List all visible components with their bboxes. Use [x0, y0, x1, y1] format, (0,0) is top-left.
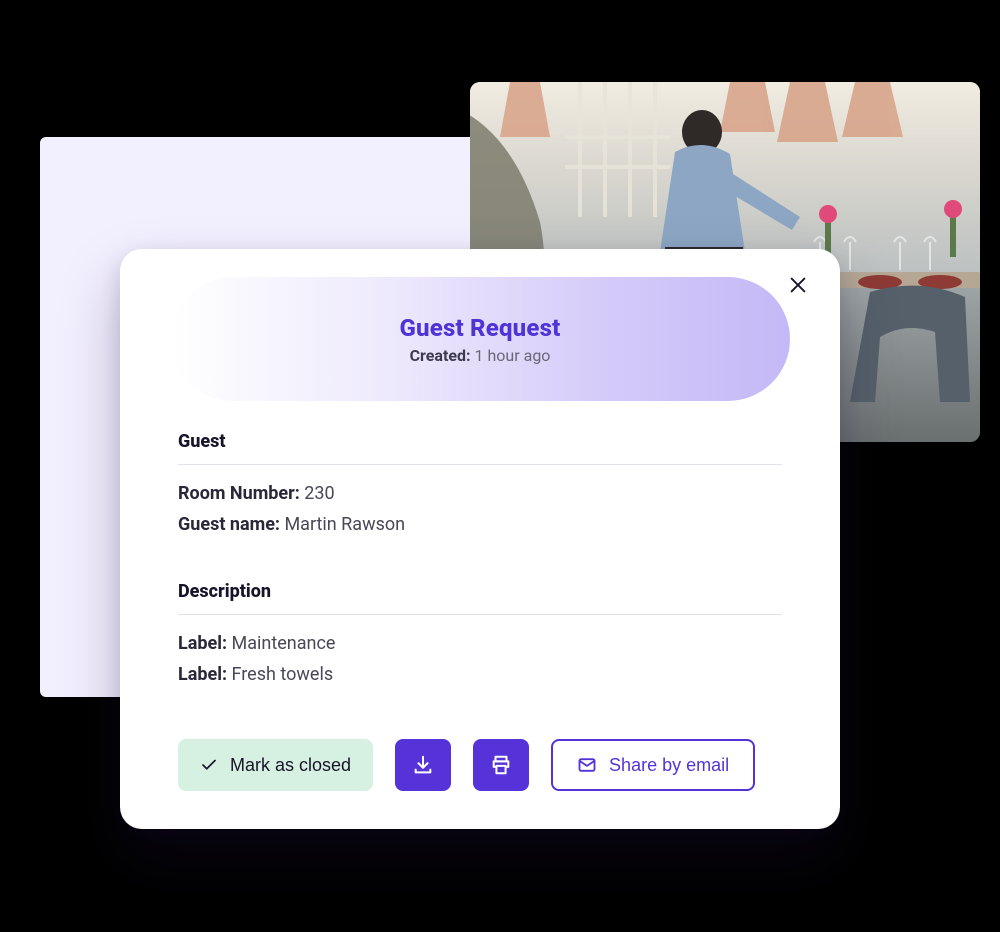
check-icon: [200, 756, 218, 774]
download-icon: [412, 754, 434, 776]
guest-name-row: Guest name: Martin Rawson: [178, 514, 782, 535]
dialog-subtitle: Created: 1 hour ago: [410, 346, 551, 365]
guest-section-title: Guest: [178, 431, 782, 465]
created-label: Created:: [410, 346, 471, 365]
mark-closed-button[interactable]: Mark as closed: [178, 739, 373, 791]
guest-section: Guest Room Number: 230 Guest name: Marti…: [178, 431, 782, 535]
share-email-label: Share by email: [609, 755, 729, 776]
print-icon: [490, 754, 512, 776]
dialog-body: Guest Room Number: 230 Guest name: Marti…: [154, 401, 806, 685]
created-value: 1 hour ago: [475, 346, 551, 365]
guest-request-card: Guest Request Created: 1 hour ago Guest …: [120, 249, 840, 829]
description-label: Label:: [178, 664, 227, 685]
room-number-value: 230: [304, 483, 334, 504]
description-section-title: Description: [178, 581, 782, 615]
dialog-title: Guest Request: [399, 314, 560, 342]
guest-name-value: Martin Rawson: [284, 514, 405, 535]
description-value: Maintenance: [232, 633, 336, 654]
close-icon: [787, 274, 809, 296]
mail-icon: [577, 755, 597, 775]
description-section: Description Label: Maintenance Label: Fr…: [178, 581, 782, 685]
share-email-button[interactable]: Share by email: [551, 739, 755, 791]
guest-name-label: Guest name:: [178, 514, 280, 535]
close-button[interactable]: [784, 271, 812, 299]
mark-closed-label: Mark as closed: [230, 755, 351, 776]
dialog-footer: Mark as closed: [178, 739, 782, 791]
room-number-row: Room Number: 230: [178, 483, 782, 504]
download-button[interactable]: [395, 739, 451, 791]
room-number-label: Room Number:: [178, 483, 300, 504]
description-label: Label:: [178, 633, 227, 654]
print-button[interactable]: [473, 739, 529, 791]
description-row: Label: Maintenance: [178, 633, 782, 654]
header-pill: Guest Request Created: 1 hour ago: [170, 277, 790, 401]
description-row: Label: Fresh towels: [178, 664, 782, 685]
description-value: Fresh towels: [232, 664, 334, 685]
